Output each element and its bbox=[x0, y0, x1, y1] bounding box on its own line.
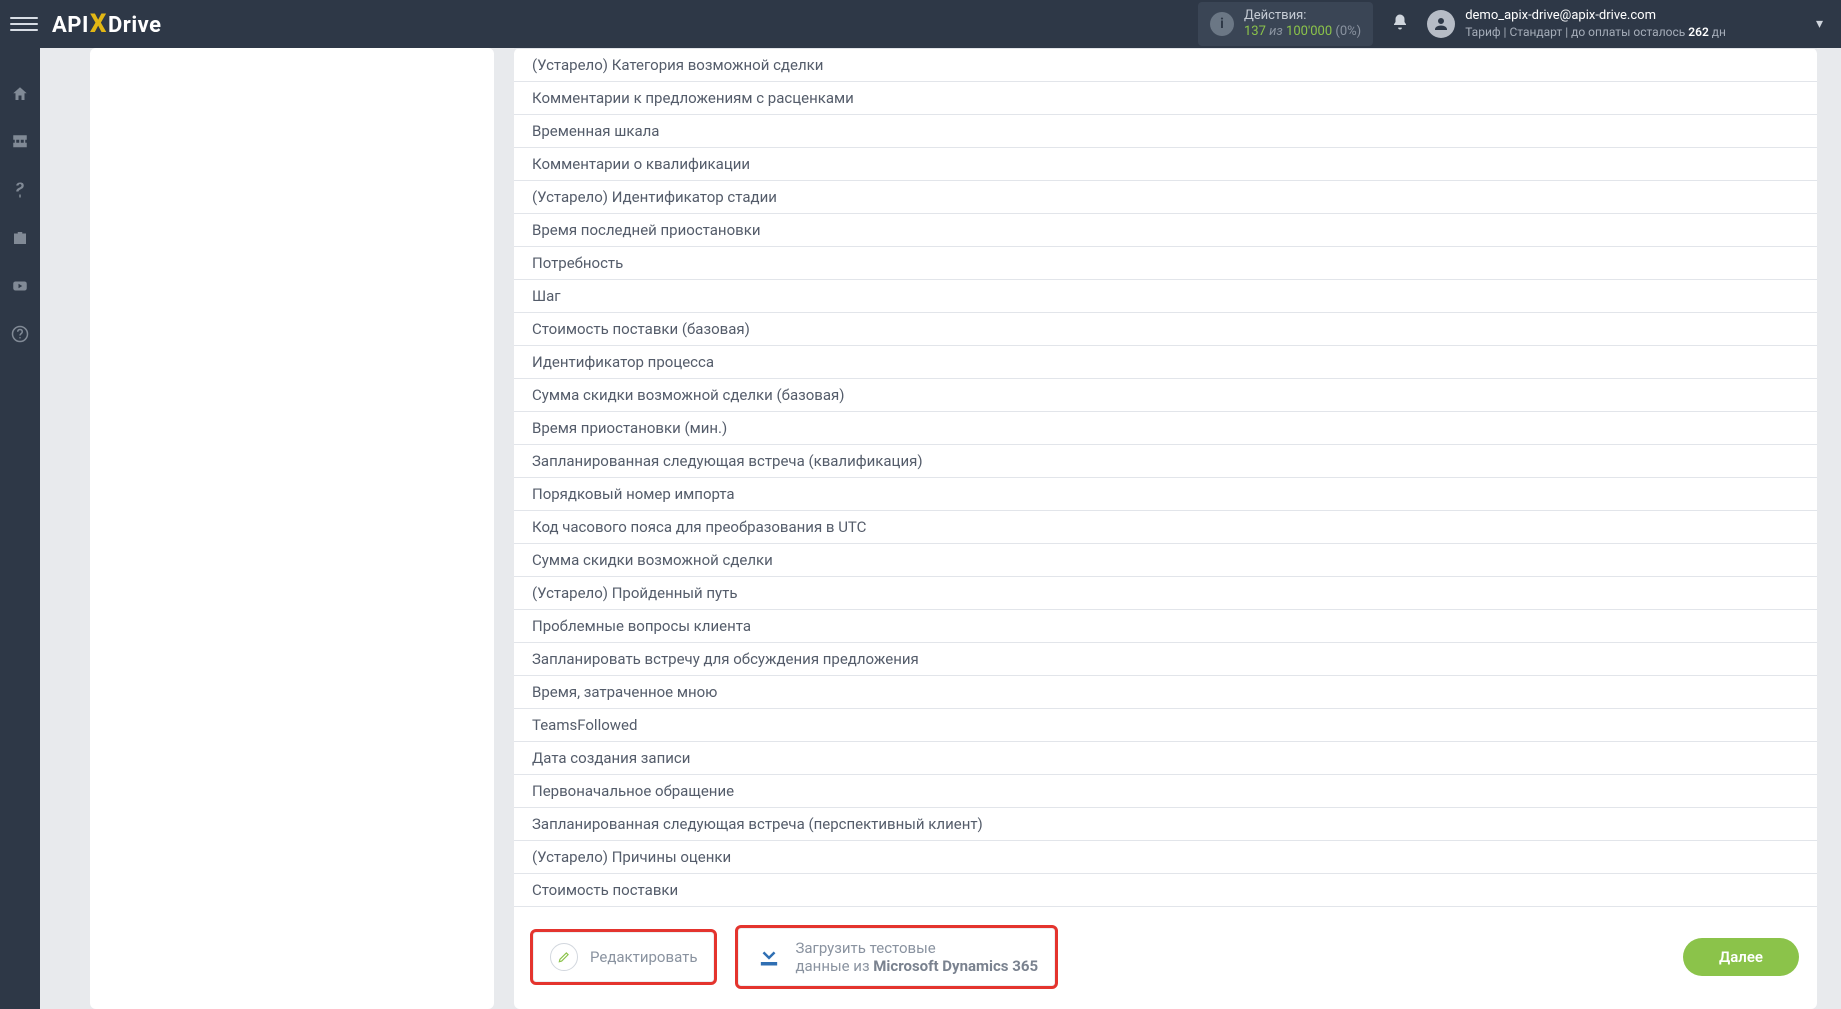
field-row[interactable]: Первоначальное обращение bbox=[514, 775, 1817, 808]
chevron-down-icon[interactable]: ▾ bbox=[1816, 16, 1823, 32]
field-row[interactable]: (Устарело) Идентификатор стадии bbox=[514, 181, 1817, 214]
field-row[interactable]: (Устарело) Пройденный путь bbox=[514, 577, 1817, 610]
field-row[interactable]: Время последней приостановки bbox=[514, 214, 1817, 247]
field-row[interactable]: Стоимость поставки bbox=[514, 874, 1817, 907]
field-row[interactable]: Дата создания записи bbox=[514, 742, 1817, 775]
field-row[interactable]: Комментарии о квалификации bbox=[514, 148, 1817, 181]
field-row[interactable]: Время приостановки (мин.) bbox=[514, 412, 1817, 445]
briefcase-icon[interactable] bbox=[10, 228, 30, 248]
download-icon bbox=[755, 941, 783, 973]
fields-list: (Устарело) Категория возможной сделкиКом… bbox=[514, 48, 1817, 911]
youtube-icon[interactable] bbox=[10, 276, 30, 296]
page-wrap: (Устарело) Категория возможной сделкиКом… bbox=[40, 48, 1841, 1009]
field-row[interactable]: Комментарии к предложениям с расценками bbox=[514, 82, 1817, 115]
field-row[interactable]: Временная шкала bbox=[514, 115, 1817, 148]
load-test-data-button[interactable]: Загрузить тестовые данные из Microsoft D… bbox=[737, 927, 1056, 987]
logo-x: X bbox=[90, 9, 107, 39]
actions-text: Действия: 137 из 100'000 (0%) bbox=[1244, 8, 1361, 39]
help-icon[interactable] bbox=[10, 324, 30, 344]
avatar bbox=[1427, 10, 1455, 38]
header: API X Drive i Действия: 137 из 100'000 (… bbox=[0, 0, 1841, 48]
field-row[interactable]: Запланированная следующая встреча (квали… bbox=[514, 445, 1817, 478]
main-panel: (Устарело) Категория возможной сделкиКом… bbox=[514, 48, 1817, 1009]
field-row[interactable]: (Устарело) Категория возможной сделки bbox=[514, 48, 1817, 82]
field-row[interactable]: Проблемные вопросы клиента bbox=[514, 610, 1817, 643]
field-row[interactable]: Время, затраченное мною bbox=[514, 676, 1817, 709]
logo[interactable]: API X Drive bbox=[52, 9, 162, 39]
field-row[interactable]: Шаг bbox=[514, 280, 1817, 313]
field-row[interactable]: Сумма скидки возможной сделки (базовая) bbox=[514, 379, 1817, 412]
field-row[interactable]: Порядковый номер импорта bbox=[514, 478, 1817, 511]
field-row[interactable]: TeamsFollowed bbox=[514, 709, 1817, 742]
field-row[interactable]: (Устарело) Причины оценки bbox=[514, 841, 1817, 874]
edit-label: Редактировать bbox=[590, 948, 697, 966]
field-row[interactable]: Идентификатор процесса bbox=[514, 346, 1817, 379]
logo-drive: Drive bbox=[108, 13, 162, 38]
field-row[interactable]: Стоимость поставки (базовая) bbox=[514, 313, 1817, 346]
field-row[interactable]: Код часового пояса для преобразования в … bbox=[514, 511, 1817, 544]
billing-icon[interactable] bbox=[10, 180, 30, 200]
load-text: Загрузить тестовые данные из Microsoft D… bbox=[795, 939, 1038, 975]
sidebar bbox=[0, 48, 40, 1009]
user-texts: demo_apix-drive@apix-drive.com Тариф | С… bbox=[1465, 8, 1726, 39]
next-button[interactable]: Далее bbox=[1683, 938, 1799, 976]
menu-toggle[interactable] bbox=[10, 10, 38, 38]
notifications-icon[interactable] bbox=[1391, 13, 1409, 36]
field-row[interactable]: Потребность bbox=[514, 247, 1817, 280]
home-icon[interactable] bbox=[10, 84, 30, 104]
logo-api: API bbox=[52, 13, 89, 38]
field-row[interactable]: Запланированная следующая встреча (персп… bbox=[514, 808, 1817, 841]
field-row[interactable]: Сумма скидки возможной сделки bbox=[514, 544, 1817, 577]
field-row[interactable]: Запланировать встречу для обсуждения пре… bbox=[514, 643, 1817, 676]
pencil-icon bbox=[550, 943, 578, 971]
footer-bar: Редактировать Загрузить тестовые данные … bbox=[514, 911, 1817, 1009]
info-icon: i bbox=[1210, 12, 1234, 36]
connections-icon[interactable] bbox=[10, 132, 30, 152]
edit-button[interactable]: Редактировать bbox=[532, 931, 715, 983]
user-menu[interactable]: demo_apix-drive@apix-drive.com Тариф | С… bbox=[1427, 8, 1831, 39]
actions-usage[interactable]: i Действия: 137 из 100'000 (0%) bbox=[1198, 2, 1373, 45]
left-panel bbox=[90, 48, 494, 1009]
